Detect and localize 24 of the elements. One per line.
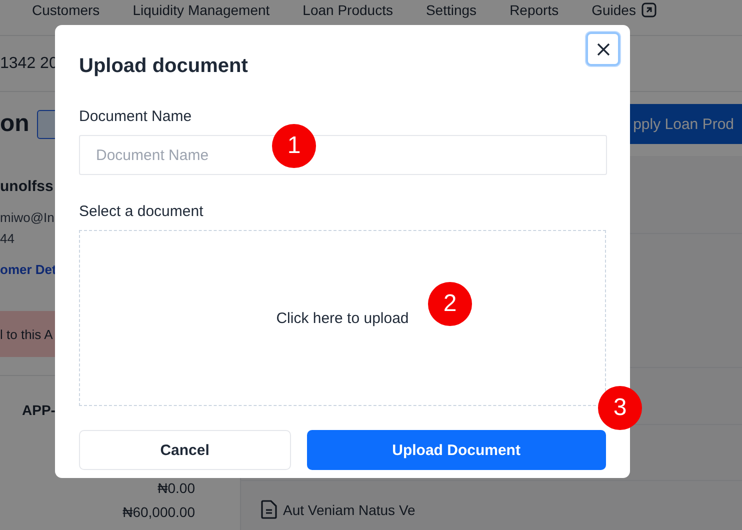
- amount-value: ₦60,000.00: [122, 504, 195, 520]
- nav-link[interactable]: Guides: [592, 1, 636, 19]
- application-id: APP-: [21, 402, 56, 418]
- cancel-button[interactable]: Cancel: [79, 430, 291, 470]
- customer-email: miwo@In: [0, 210, 54, 225]
- amount-value: ₦0.00: [156, 480, 195, 496]
- upload-document-button[interactable]: Upload Document: [306, 430, 606, 470]
- customer-phone: 44: [0, 231, 14, 246]
- document-name[interactable]: Aut Veniam Natus Ve: [283, 502, 416, 518]
- nav-link[interactable]: Customers: [32, 1, 100, 19]
- nav-link[interactable]: Loan Products: [302, 1, 393, 19]
- document-icon: [261, 500, 277, 519]
- nav-link[interactable]: Reports: [510, 1, 559, 19]
- page-title: on: [0, 110, 30, 138]
- close-icon: [596, 42, 610, 56]
- field-label: Document Name: [79, 108, 193, 125]
- nav-link[interactable]: Liquidity Management: [132, 1, 270, 19]
- nav-link[interactable]: Settings: [426, 1, 477, 19]
- dialog-title: Upload document: [79, 55, 248, 78]
- customer-details-link[interactable]: omer Det: [0, 262, 56, 277]
- external-link-icon: [640, 2, 657, 18]
- field-label: Select a document: [79, 203, 204, 220]
- customer-name: unolfss: [0, 178, 54, 197]
- close-button[interactable]: [586, 32, 620, 66]
